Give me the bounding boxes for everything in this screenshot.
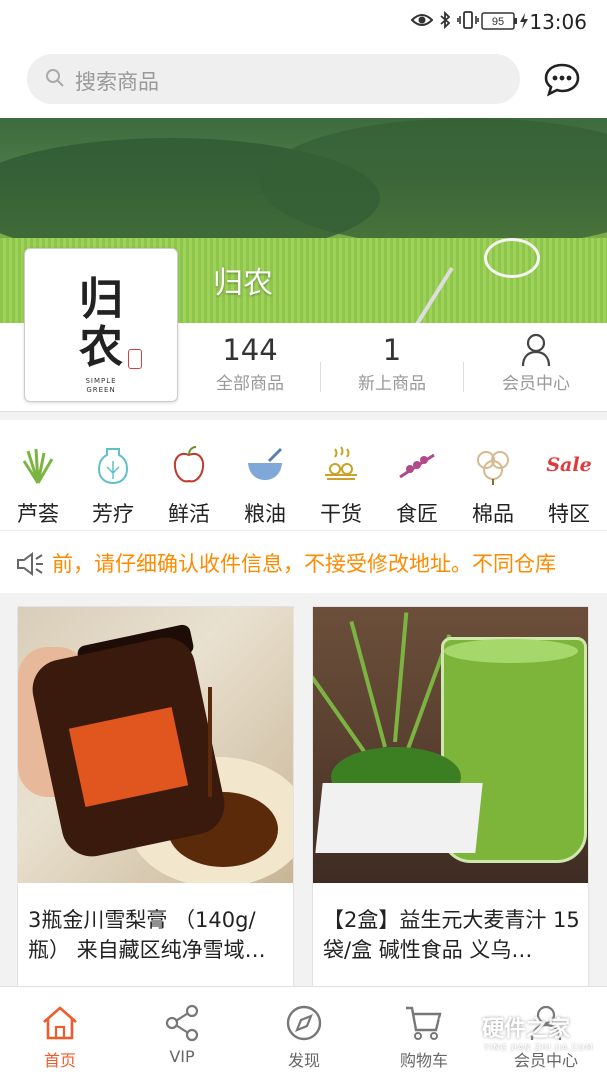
compass-icon	[286, 1005, 322, 1041]
stat-member-center[interactable]: 会员中心	[466, 333, 606, 394]
divider	[463, 362, 464, 392]
tab-vip[interactable]: VIP	[132, 1003, 232, 1066]
food-craft-icon	[399, 453, 435, 479]
category-label: 芦荟	[17, 502, 59, 526]
logo-subtitle: SIMPLE	[85, 377, 117, 385]
bluetooth-icon	[440, 11, 451, 29]
store-name: 归农	[213, 266, 273, 301]
notice-text: 前，请仔细确认收件信息，不接受修改地址。不同仓库	[52, 552, 556, 576]
watermark-subtext: YING JIAN ZHI JIA.COM	[484, 1043, 594, 1052]
logo-subtitle: GREEN	[86, 386, 116, 394]
hexagon-logo-icon	[439, 1007, 477, 1051]
logo-seal-icon	[128, 349, 142, 369]
category-grain-oil[interactable]: 粮油	[230, 444, 300, 528]
category-label: 芳疗	[92, 502, 134, 526]
store-logo: 归 农 SIMPLE GREEN	[24, 248, 178, 402]
search-input[interactable]: 搜索商品	[27, 54, 520, 104]
product-card[interactable]: 3瓶金川雪梨膏 （140g/瓶） 来自藏区纯净雪域…	[17, 606, 294, 988]
category-label: 特区	[548, 502, 590, 526]
vibrate-icon	[457, 11, 479, 29]
category-label: 食匠	[396, 502, 438, 526]
charging-icon	[520, 13, 528, 29]
tab-label: 发现	[287, 1051, 320, 1070]
search-header: 搜索商品	[0, 44, 607, 118]
divider	[320, 362, 321, 392]
tab-label: VIP	[169, 1047, 195, 1066]
stat-label: 全部商品	[216, 374, 284, 394]
stat-label: 新上商品	[358, 374, 426, 394]
stat-value: 144	[222, 333, 278, 367]
category-aloe[interactable]: 芦荟	[3, 444, 73, 528]
aroma-icon	[97, 448, 129, 485]
status-time: 13:06	[529, 10, 587, 34]
stat-all-products[interactable]: 144 全部商品	[180, 333, 320, 394]
product-image	[18, 607, 293, 883]
product-title: 【2盒】益生元大麦青汁 15袋/盒 碱性食品 义乌…	[323, 908, 580, 962]
member-icon	[521, 333, 551, 367]
dried-goods-icon	[325, 446, 357, 480]
product-image	[313, 607, 588, 883]
watermark: 硬件之家 YING JIAN ZHI JIA.COM	[438, 1005, 598, 1065]
stat-label: 会员中心	[502, 374, 570, 394]
status-icons	[411, 11, 479, 29]
category-food-craft[interactable]: 食匠	[382, 444, 452, 528]
category-label: 鲜活	[168, 502, 210, 526]
notice-bar[interactable]: 前，请仔细确认收件信息，不接受修改地址。不同仓库	[0, 530, 607, 593]
cotton-icon	[477, 451, 509, 485]
fresh-icon	[173, 446, 205, 483]
category-aroma[interactable]: 芳疗	[78, 444, 148, 528]
sale-icon: Sale	[546, 454, 592, 476]
battery-icon: 95	[481, 12, 517, 30]
logo-glyph: 农	[79, 322, 123, 373]
product-card[interactable]: 【2盒】益生元大麦青汁 15袋/盒 碱性食品 义乌…	[312, 606, 589, 988]
share-icon	[165, 1004, 199, 1042]
aloe-icon	[22, 448, 54, 484]
category-label: 棉品	[472, 502, 514, 526]
message-icon[interactable]	[543, 62, 581, 98]
home-icon	[43, 1006, 77, 1040]
search-placeholder: 搜索商品	[75, 70, 159, 94]
grain-oil-icon	[248, 447, 283, 480]
tab-discover[interactable]: 发现	[254, 1003, 354, 1071]
eye-icon	[411, 14, 433, 26]
watermark-text: 硬件之家	[482, 1017, 571, 1042]
category-cotton[interactable]: 棉品	[458, 444, 528, 528]
speaker-icon	[17, 552, 43, 576]
category-fresh[interactable]: 鲜活	[154, 444, 224, 528]
battery-level: 95	[492, 16, 504, 28]
search-icon	[46, 69, 64, 87]
category-dried-goods[interactable]: 干货	[306, 444, 376, 528]
category-label: 干货	[320, 502, 362, 526]
status-bar: 95 13:06	[0, 0, 607, 44]
stat-new-products[interactable]: 1 新上商品	[322, 333, 462, 394]
category-sale[interactable]: Sale 特区	[534, 444, 604, 528]
product-title: 3瓶金川雪梨膏 （140g/瓶） 来自藏区纯净雪域…	[28, 908, 266, 962]
stat-value: 1	[382, 333, 402, 367]
category-bar: 芦荟 芳疗 鲜活 粮油 干货 食匠 棉品 Sale 特区	[0, 420, 607, 530]
tab-label: 首页	[43, 1051, 76, 1070]
tab-home[interactable]: 首页	[10, 1003, 110, 1071]
category-label: 粮油	[244, 502, 286, 526]
